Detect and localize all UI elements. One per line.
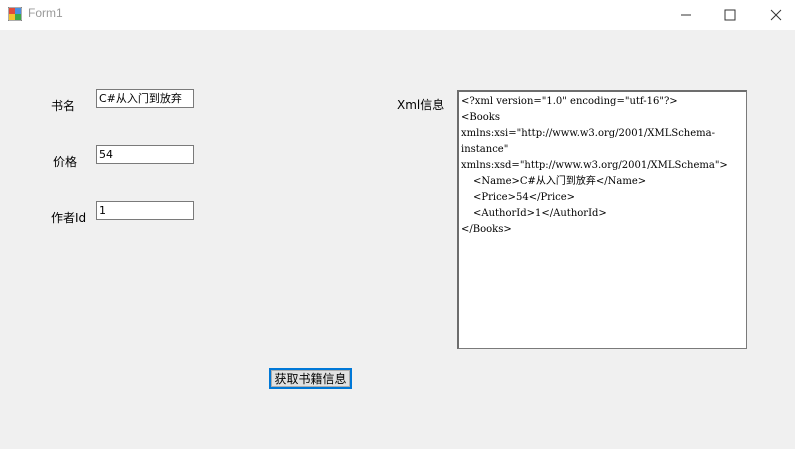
minimize-button[interactable] — [663, 0, 709, 30]
price-field[interactable]: 54 — [96, 145, 194, 164]
xml-line: instance" — [461, 144, 509, 155]
maximize-button[interactable] — [707, 0, 753, 30]
xml-line: <AuthorId>1</AuthorId> — [473, 208, 607, 219]
author-id-field[interactable]: 1 — [96, 201, 194, 220]
xml-line: xmlns:xsi="http://www.w3.org/2001/XMLSch… — [461, 128, 715, 139]
xml-line: xmlns:xsd="http://www.w3.org/2001/XMLSch… — [461, 160, 728, 171]
app-icon — [8, 7, 22, 21]
get-book-info-label: 获取书籍信息 — [271, 370, 350, 387]
price-label: 价格 — [53, 155, 78, 169]
minimize-icon — [681, 14, 691, 16]
close-button[interactable] — [753, 0, 795, 30]
close-icon — [770, 9, 782, 21]
author-id-label: 作者Id — [51, 211, 87, 225]
xml-textarea[interactable]: <?xml version="1.0" encoding="utf-16"?> … — [457, 90, 747, 349]
xml-line: </Books> — [461, 224, 512, 235]
form-client-area: 书名 C#从入门到放弃 价格 54 作者Id 1 Xml信息 <?xml ver… — [0, 30, 795, 449]
maximize-icon — [724, 9, 736, 21]
xml-label: Xml信息 — [397, 98, 445, 112]
book-name-label: 书名 — [51, 99, 76, 113]
xml-line: <Books — [461, 112, 500, 123]
book-name-field[interactable]: C#从入门到放弃 — [96, 89, 194, 108]
xml-line: <?xml version="1.0" encoding="utf-16"?> — [461, 96, 678, 107]
window-title: Form1 — [28, 6, 63, 20]
get-book-info-button[interactable]: 获取书籍信息 — [269, 368, 352, 389]
xml-line: <Name>C#从入门到放弃</Name> — [473, 176, 647, 187]
xml-line: <Price>54</Price> — [473, 192, 576, 203]
title-bar[interactable]: Form1 — [0, 0, 795, 30]
